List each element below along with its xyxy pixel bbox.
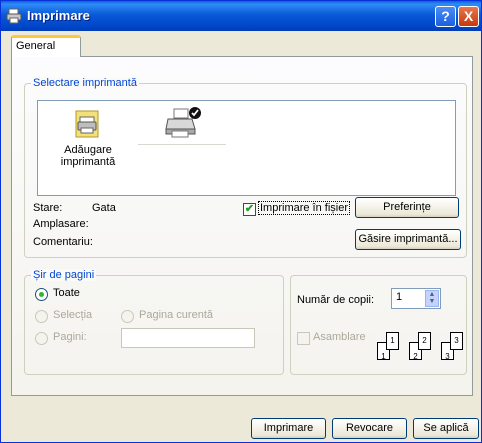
- select-printer-legend: Selectare imprimantă: [31, 77, 139, 89]
- pages-input[interactable]: [121, 328, 255, 348]
- select-printer-group: Selectare imprimantă Adăugare imprimantă: [24, 77, 467, 258]
- comment-label: Comentariu:: [33, 236, 93, 248]
- copies-count-value: 1: [396, 291, 403, 303]
- tab-general[interactable]: General: [11, 35, 81, 57]
- status-label: Stare:: [33, 202, 63, 214]
- selection-label[interactable]: Selecția: [53, 309, 92, 321]
- collate-illustration: 1 1 2 2 3 3: [373, 326, 467, 366]
- collate-page: 2: [418, 332, 431, 350]
- selection-radio[interactable]: [35, 310, 48, 323]
- title-bar[interactable]: Imprimare ? X: [1, 1, 481, 31]
- printer-list[interactable]: Adăugare imprimantă: [37, 100, 456, 196]
- status-value: Gata: [92, 202, 116, 214]
- cancel-button[interactable]: Revocare: [332, 418, 407, 439]
- window-title: Imprimare: [27, 8, 90, 23]
- pages-label[interactable]: Pagini:: [53, 331, 87, 343]
- all-pages-radio[interactable]: [35, 288, 48, 301]
- add-printer-label-1: Adăugare: [64, 144, 112, 156]
- copies-spinner[interactable]: ▲ ▼: [425, 290, 439, 307]
- collate-label[interactable]: Asamblare: [313, 331, 366, 343]
- copies-count-label: Număr de copii:: [297, 294, 375, 306]
- print-button[interactable]: Imprimare: [251, 418, 326, 439]
- preferences-button[interactable]: Preferințe: [355, 197, 459, 218]
- collate-checkbox[interactable]: [297, 332, 310, 345]
- print-dialog: Imprimare ? X General Selectare impriman…: [0, 0, 482, 443]
- copies-count-input[interactable]: 1 ▲ ▼: [391, 288, 441, 309]
- current-page-radio[interactable]: [121, 310, 134, 323]
- print-to-file-label[interactable]: Imprimare în fișier: [258, 201, 351, 215]
- apply-button[interactable]: Se aplică: [413, 418, 479, 439]
- default-printer-item[interactable]: [138, 105, 226, 145]
- find-printer-button[interactable]: Găsire imprimantă...: [355, 229, 461, 250]
- default-printer-icon: [165, 107, 201, 138]
- collate-page: 3: [450, 332, 463, 350]
- printer-app-icon: [6, 8, 22, 24]
- help-button[interactable]: ?: [435, 6, 456, 27]
- close-button[interactable]: X: [458, 6, 479, 27]
- add-printer-item[interactable]: Adăugare imprimantă: [58, 109, 118, 168]
- current-page-label[interactable]: Pagina curentă: [139, 309, 213, 321]
- collate-page: 1: [386, 332, 399, 350]
- add-printer-icon: [75, 110, 99, 138]
- all-pages-label[interactable]: Toate: [53, 287, 80, 299]
- location-label: Amplasare:: [33, 218, 89, 230]
- print-to-file-checkbox[interactable]: ✔: [243, 203, 256, 216]
- page-range-group: Șir de pagini Toate Selecția Pagina cure…: [24, 269, 284, 375]
- add-printer-label-2: imprimantă: [60, 156, 116, 168]
- copies-group: Număr de copii: 1 ▲ ▼ Asamblare 1 1 2 2 3…: [290, 275, 467, 375]
- page-range-legend: Șir de pagini: [31, 269, 97, 281]
- pages-radio[interactable]: [35, 332, 48, 345]
- tab-panel-general: Selectare imprimantă Adăugare imprimantă: [11, 56, 473, 396]
